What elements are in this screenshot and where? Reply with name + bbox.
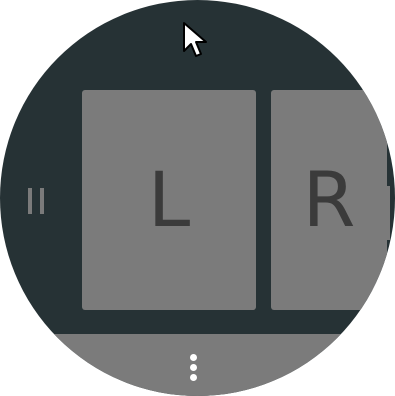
left-key-label: L (147, 155, 191, 244)
mouse-cursor-icon (183, 22, 207, 57)
menu-dot (190, 374, 197, 381)
right-key-label: R (302, 155, 356, 244)
pause-bar-right (40, 188, 44, 214)
pause-icon[interactable] (28, 186, 44, 216)
right-key-button[interactable]: R (271, 90, 387, 310)
more-vertical-icon[interactable] (186, 352, 204, 382)
left-key-button[interactable]: L (82, 90, 256, 310)
pause-bar-left (28, 188, 32, 214)
watch-screen: L R (0, 0, 395, 396)
next-page-peek (386, 186, 390, 240)
menu-dot (190, 364, 197, 371)
menu-dot (190, 354, 197, 361)
